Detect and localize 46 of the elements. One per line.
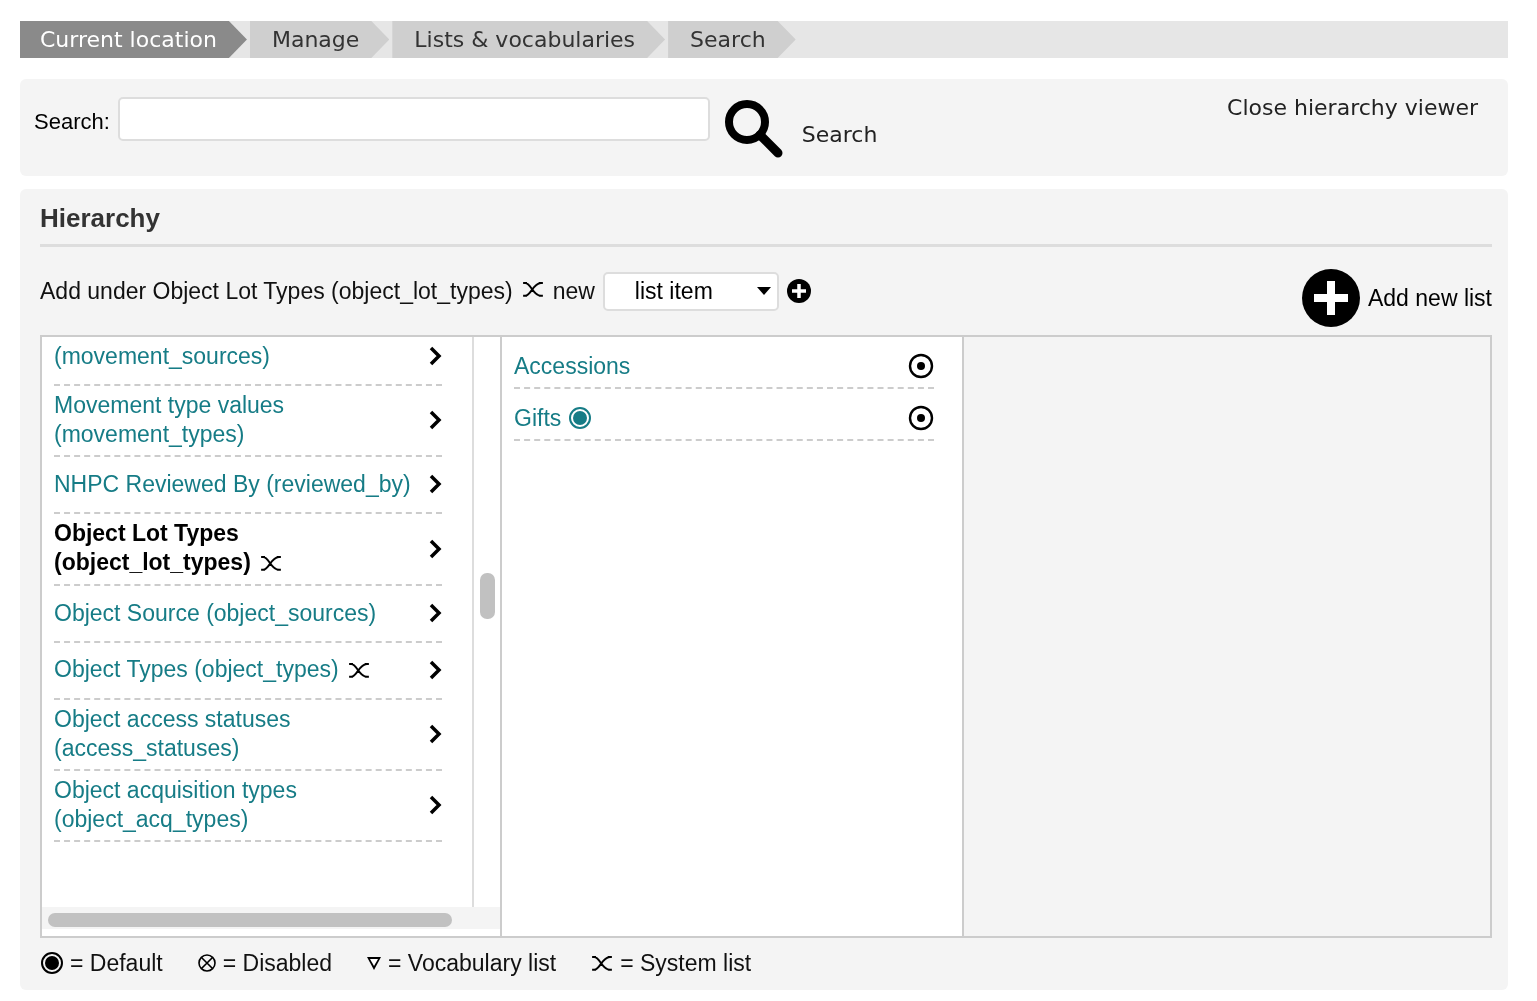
list-row[interactable]: (movement_sources): [54, 337, 442, 386]
hierarchy-heading: Hierarchy: [40, 203, 1492, 247]
scrollbar-thumb[interactable]: [48, 913, 452, 927]
legend-label: = Vocabulary list: [388, 949, 557, 977]
scrollbar-thumb[interactable]: [480, 573, 495, 619]
add-new-list-button[interactable]: Add new list: [1302, 269, 1492, 327]
system-list-icon: [590, 954, 615, 972]
set-default-icon[interactable]: [908, 405, 934, 431]
type-select[interactable]: list item: [602, 271, 779, 311]
disabled-icon: [196, 953, 217, 973]
plus-circle-icon: [1302, 269, 1360, 327]
breadcrumb-link[interactable]: Lists & vocabularies: [392, 21, 666, 58]
default-icon: [40, 951, 64, 975]
add-icon[interactable]: [786, 279, 811, 303]
search-button[interactable]: Search: [721, 97, 878, 159]
breadcrumb-link[interactable]: Manage: [249, 21, 390, 58]
list-row[interactable]: NHPC Reviewed By (reviewed_by): [54, 457, 442, 514]
chevron-right-icon: [428, 473, 442, 495]
search-field[interactable]: [117, 97, 710, 141]
chevron-right-icon: [428, 409, 442, 431]
list-row[interactable]: Object acquisition types (object_acq_types): [54, 771, 442, 843]
vocabulary-icon: [366, 955, 383, 971]
set-default-icon[interactable]: [908, 353, 934, 379]
list-row[interactable]: Object Lot Types (object_lot_types): [54, 514, 442, 587]
caret-icon: [756, 287, 771, 295]
list-row[interactable]: Object Types (object_types): [54, 643, 442, 701]
breadcrumb-link[interactable]: Search: [668, 21, 796, 58]
chevron-right-icon: [428, 794, 442, 817]
new-label: new: [552, 277, 595, 305]
chevron-right-icon: [428, 659, 442, 682]
list-row[interactable]: Object access statuses (access_statuses): [54, 700, 442, 772]
add-under-label: Add under Object Lot Types (object_lot_types): [40, 277, 513, 305]
chevron-right-icon: [428, 345, 442, 367]
search-label: Search:: [34, 109, 110, 135]
legend-label: = System list: [620, 949, 752, 977]
legend-label: = Disabled: [222, 949, 333, 977]
close-hierarchy-link[interactable]: Close hierarchy viewer: [1227, 95, 1478, 120]
chevron-right-icon: [428, 723, 442, 746]
current-location-heading: Current location: [20, 21, 247, 58]
list-row[interactable]: Movement type values (movement_types): [54, 386, 442, 457]
chevron-right-icon: [428, 602, 442, 625]
legend-label: = Default: [70, 949, 163, 977]
list-row[interactable]: Object Source (object_sources): [54, 586, 442, 644]
list-item-link[interactable]: Gifts: [514, 404, 592, 432]
chevron-right-icon: [428, 537, 442, 560]
list-item-link[interactable]: Accessions: [514, 352, 631, 380]
